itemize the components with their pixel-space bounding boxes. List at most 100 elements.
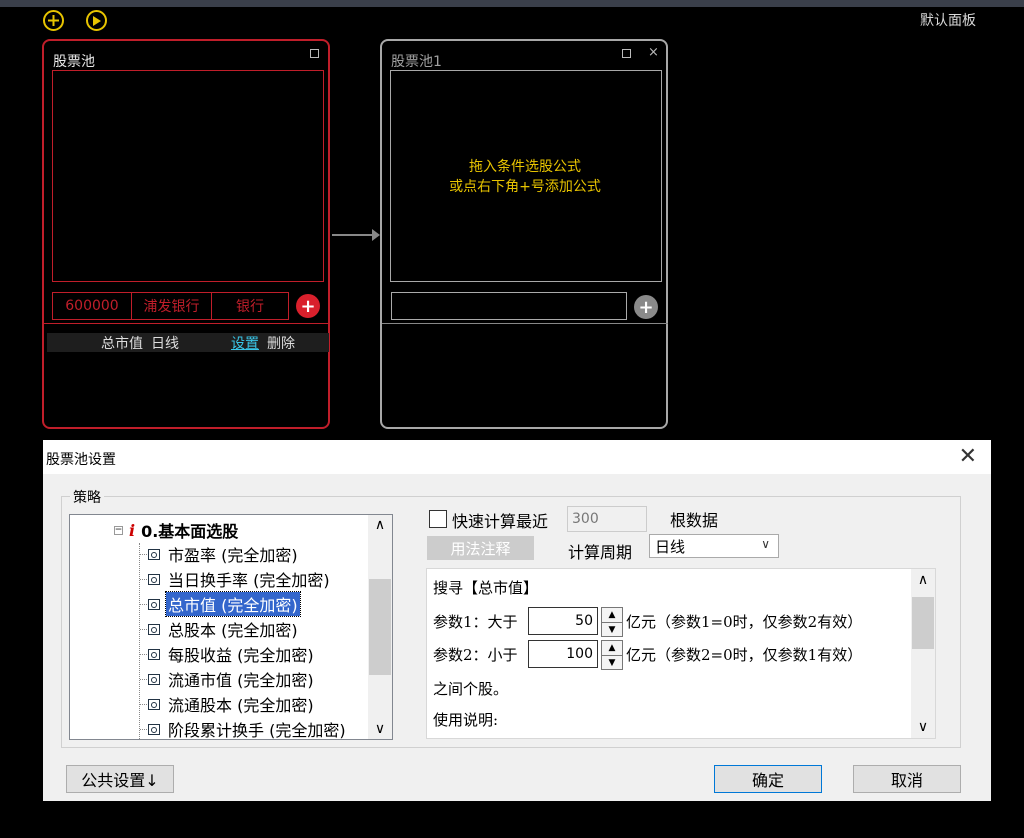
condition-period: 日线 [151, 335, 179, 352]
stock-code: 600000 [52, 292, 132, 320]
desc-line-4: 使用说明: [433, 711, 499, 729]
pool-title: 股票池1 [391, 54, 442, 70]
tree-item-label: 阶段累计换手 (完全加密) [168, 721, 346, 740]
tree-item[interactable]: 总股本 (完全加密) [140, 617, 300, 641]
quick-calc-label: 快速计算最近 [452, 512, 549, 531]
maximize-icon[interactable] [310, 49, 319, 58]
usage-notes-button[interactable]: 用法注释 [427, 536, 534, 560]
spin-down-icon[interactable]: ▼ [602, 656, 622, 670]
settings-link[interactable]: 设置 [231, 333, 259, 353]
formula-drop-area[interactable] [52, 70, 324, 282]
tree-item-selected[interactable]: 总市值 (完全加密) [140, 591, 301, 617]
tree-item[interactable]: 流通股本 (完全加密) [140, 692, 316, 716]
tree-item[interactable]: 流通市值 (完全加密) [140, 667, 316, 691]
desc-line-3: 之间个股。 [433, 680, 509, 698]
hint-line-1: 拖入条件选股公式 [469, 159, 581, 175]
stock-input[interactable] [391, 292, 627, 320]
flow-arrow [332, 234, 372, 236]
scroll-down-icon[interactable]: ∨ [368, 719, 392, 739]
plus-icon: + [638, 296, 654, 318]
param1-spinner[interactable]: ▲ ▼ [601, 607, 623, 637]
panel-name[interactable]: 默认面板 [920, 10, 976, 30]
collapse-icon[interactable]: − [114, 525, 123, 535]
tree-item-label: 市盈率 (完全加密) [168, 546, 298, 565]
param1-prefix: 参数1：大于 [433, 613, 518, 631]
quick-calc-input[interactable]: 300 [567, 506, 647, 532]
run-button[interactable] [86, 10, 107, 31]
period-label: 计算周期 [568, 543, 633, 562]
divider [44, 323, 330, 324]
drop-hint: 拖入条件选股公式 或点右下角+号添加公式 [382, 157, 668, 197]
window-top-strip [0, 0, 1024, 7]
formula-icon [148, 723, 160, 735]
divider [382, 323, 668, 324]
add-pool-button[interactable] [43, 10, 64, 31]
tree-item[interactable]: 每股收益 (完全加密) [140, 642, 316, 666]
formula-icon [148, 673, 160, 685]
tree-item-label: 流通股本 (完全加密) [168, 696, 314, 715]
formula-icon [148, 573, 160, 585]
add-formula-button[interactable]: + [296, 294, 320, 318]
ok-button[interactable]: 确定 [714, 765, 822, 793]
tree-item[interactable]: 当日换手率 (完全加密) [140, 567, 332, 591]
cancel-button[interactable]: 取消 [853, 765, 961, 793]
dialog-title: 股票池设置 [46, 452, 116, 468]
chevron-down-icon: ∨ [761, 537, 770, 551]
period-value: 日线 [655, 537, 686, 556]
scroll-thumb[interactable] [912, 597, 934, 649]
tree-root-label: 0.基本面选股 [141, 522, 239, 541]
spin-up-icon[interactable]: ▲ [602, 608, 622, 623]
tree-item-label: 每股收益 (完全加密) [168, 646, 314, 665]
delete-link[interactable]: 删除 [267, 333, 295, 353]
period-select[interactable]: 日线 ∨ [649, 534, 779, 558]
tree-item[interactable]: 市盈率 (完全加密) [140, 542, 300, 566]
desc-heading: 搜寻【总市值】 [433, 579, 539, 597]
plus-icon: + [300, 295, 316, 317]
formula-icon [148, 648, 160, 660]
param2-suffix: 亿元（参数2=0时，仅参数1有效） [626, 646, 863, 664]
tree-scrollbar[interactable]: ∧ ∨ [368, 515, 392, 739]
formula-icon [148, 548, 160, 560]
play-circle-icon [93, 15, 101, 26]
formula-description: 搜寻【总市值】 参数1：大于 50 ▲ ▼ 亿元（参数1=0时，仅参数2有效） 参… [426, 568, 936, 739]
public-settings-button[interactable]: 公共设置↓ [66, 765, 174, 793]
maximize-icon[interactable] [622, 49, 631, 58]
stock-industry: 银行 [212, 292, 289, 320]
stock-pool-card-2[interactable]: 股票池1 × 拖入条件选股公式 或点右下角+号添加公式 + [380, 39, 668, 429]
scroll-down-icon[interactable]: ∨ [911, 716, 935, 738]
info-icon: i [129, 520, 136, 540]
param2-input[interactable]: 100 [528, 640, 598, 668]
scroll-up-icon[interactable]: ∧ [911, 569, 935, 591]
desc-scrollbar[interactable]: ∧ ∨ [911, 569, 935, 738]
tree-item-label: 总市值 (完全加密) [165, 591, 301, 617]
dialog-titlebar: 股票池设置 ✕ [43, 440, 991, 474]
param1-input[interactable]: 50 [528, 607, 598, 635]
add-formula-button[interactable]: + [634, 295, 658, 319]
spin-up-icon[interactable]: ▲ [602, 641, 622, 656]
tree-item-label: 流通市值 (完全加密) [168, 671, 314, 690]
stock-pool-card[interactable]: 股票池 600000 浦发银行 银行 + 总市值 日线 设置 删除 [42, 39, 330, 429]
close-icon[interactable]: × [648, 45, 659, 60]
formula-icon [148, 623, 160, 635]
quick-calc-checkbox[interactable] [429, 510, 447, 528]
param2-spinner[interactable]: ▲ ▼ [601, 640, 623, 670]
plus-circle-icon [48, 15, 59, 26]
condition-name: 总市值 [101, 335, 143, 352]
formula-icon [148, 598, 160, 610]
close-icon[interactable]: ✕ [959, 444, 977, 469]
formula-icon [148, 698, 160, 710]
tree-item-label: 总股本 (完全加密) [168, 621, 298, 640]
arrow-head-icon [372, 229, 380, 241]
condition-row[interactable]: 总市值 日线 设置 删除 [47, 333, 329, 352]
strategy-label: 策略 [70, 487, 104, 507]
strategy-tree[interactable]: − i 0.基本面选股 市盈率 (完全加密) 当日换手率 (完全加密) 总市值 … [69, 514, 393, 740]
param1-suffix: 亿元（参数1=0时，仅参数2有效） [626, 613, 863, 631]
spin-down-icon[interactable]: ▼ [602, 623, 622, 637]
stock-row[interactable]: 600000 浦发银行 银行 [52, 292, 289, 320]
pool-title: 股票池 [53, 54, 95, 70]
hint-line-2: 或点右下角+号添加公式 [449, 179, 601, 195]
scroll-up-icon[interactable]: ∧ [368, 515, 392, 535]
tree-item[interactable]: 阶段累计换手 (完全加密) [140, 717, 348, 740]
tree-root[interactable]: − i 0.基本面选股 [114, 519, 238, 541]
scroll-thumb[interactable] [369, 579, 391, 675]
